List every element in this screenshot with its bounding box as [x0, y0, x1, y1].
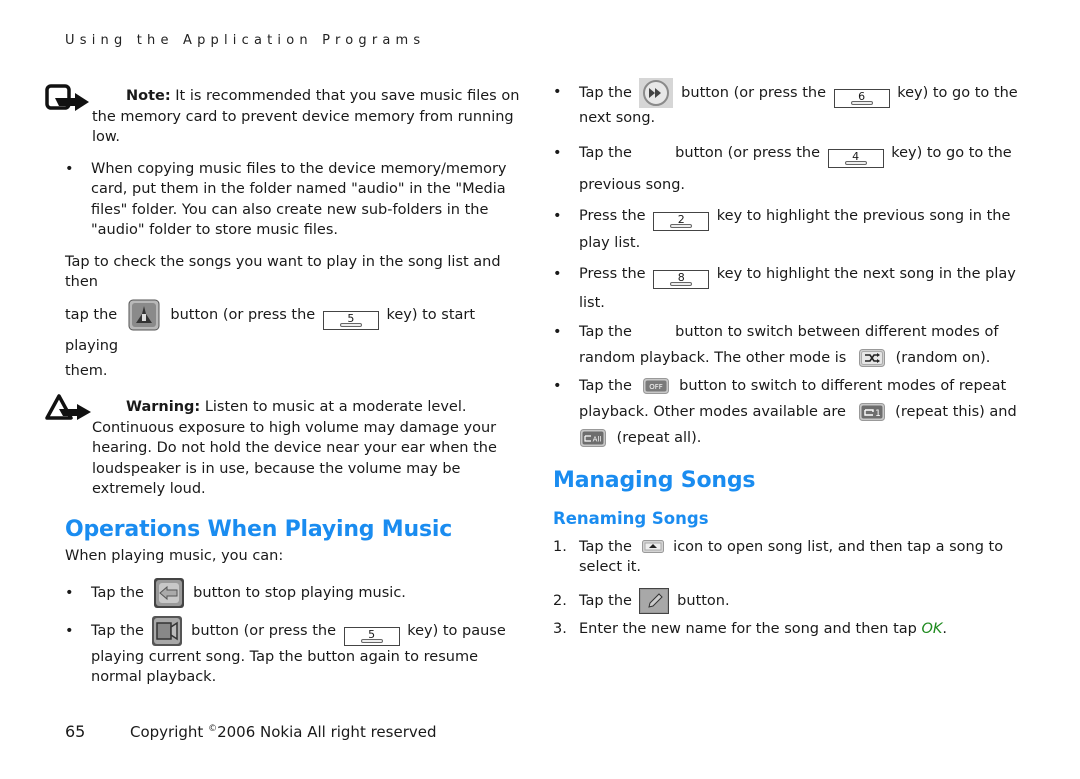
random-mode-bullet: • Tap the button to switch between diffe… — [553, 324, 999, 367]
key-2: 2 — [653, 212, 710, 231]
operations-heading: Operations When Playing Music — [65, 516, 453, 542]
copyright-notice: Copyright ©2006 Nokia All right reserved — [130, 723, 437, 741]
operations-intro: When playing music, you can: — [65, 548, 284, 564]
random-on-icon — [858, 348, 885, 367]
bullet-dot: • — [65, 160, 74, 177]
bullet-dot: • — [553, 378, 562, 394]
rename-step-2: 2. Tap the button. — [553, 587, 1023, 615]
pause-text: playing current song. Tap the button aga… — [91, 648, 479, 686]
play-instruction-line1: Tap to check the songs you want to play … — [65, 253, 501, 291]
page-number: 65 — [65, 722, 86, 741]
bullet-dot: • — [553, 144, 562, 161]
note-block: Note: It is recommended that you save mu… — [45, 84, 527, 148]
note-icon — [45, 84, 89, 111]
warning-text: Continuous exposure to high volume may d… — [92, 419, 497, 498]
key-5: 5 — [322, 310, 379, 330]
ok-link[interactable]: OK — [922, 621, 943, 637]
bullet-dot: • — [553, 84, 562, 100]
song-list-icon — [641, 540, 664, 553]
bullet-dot: • — [553, 208, 562, 224]
highlight-next-bullet: • Press the 8 key to highlight the next … — [553, 265, 1016, 311]
back-arrow-icon — [153, 577, 184, 608]
fast-forward-icon — [638, 78, 673, 108]
repeat-off-icon: OFF — [642, 378, 669, 394]
previous-song-bullet: • Tap the button (or press the 4 key) to… — [553, 144, 1012, 193]
bullet-dot: • — [65, 622, 74, 639]
note-text: the memory card to prevent device memory… — [92, 108, 514, 146]
key-5: 5 — [343, 626, 400, 646]
repeat-mode-bullet: • Tap the OFF button to switch to differ… — [553, 378, 1017, 447]
warning-block: Warning: Listen to music at a moderate l… — [45, 394, 527, 500]
play-instruction-line2: tap the button (or press the 5 key) to s… — [65, 299, 527, 361]
repeat-all-icon: All — [580, 429, 606, 447]
play-instruction-end: them. — [65, 362, 108, 379]
warning-text-first: Listen to music at a moderate level. — [200, 399, 467, 415]
managing-songs-heading: Managing Songs — [553, 467, 756, 493]
svg-text:All: All — [593, 436, 602, 444]
copy-music-bullet: • When copying music files to the device… — [65, 159, 527, 241]
key-8: 8 — [653, 269, 710, 289]
left-column: Note: It is recommended that you save mu… — [45, 84, 527, 688]
warning-label: Warning: — [126, 399, 201, 415]
manual-page: Using the Application Programs Note: It … — [0, 0, 1080, 779]
svg-text:OFF: OFF — [649, 383, 663, 391]
running-head: Using the Application Programs — [65, 33, 426, 48]
note-label: Note: — [126, 88, 171, 104]
key-4: 4 — [827, 148, 884, 168]
rename-pencil-icon — [638, 587, 669, 614]
key-6: 6 — [833, 89, 890, 108]
highlight-previous-bullet: • Press the 2 key to highlight the previ… — [553, 208, 1011, 251]
rename-step-1: 1. Tap the icon to open song list, and t… — [553, 538, 1004, 576]
copy-music-text: When copying music files to the device m… — [91, 160, 507, 239]
next-song-bullet: • Tap the button (or press the 6 key) to… — [553, 78, 1023, 129]
pause-icon — [151, 615, 182, 646]
bullet-dot: • — [553, 265, 562, 282]
rename-step-3: 3. Enter the new name for the song and t… — [553, 620, 948, 637]
repeat-one-icon: 1 — [858, 402, 885, 421]
note-text-first: It is recommended that you save music fi… — [170, 88, 520, 104]
right-column: • Tap the button (or press the 6 key) to… — [553, 78, 1023, 639]
bullet-dot: • — [553, 324, 562, 340]
play-icon — [128, 299, 160, 330]
renaming-songs-heading: Renaming Songs — [553, 509, 709, 528]
bullet-dot: • — [65, 584, 74, 601]
warning-icon — [45, 394, 91, 420]
svg-text:1: 1 — [875, 409, 881, 419]
pause-bullet: • Tap the button (or press the 5 key) to… — [65, 615, 527, 688]
stop-bullet: • Tap the button to stop playing music. — [65, 577, 527, 609]
